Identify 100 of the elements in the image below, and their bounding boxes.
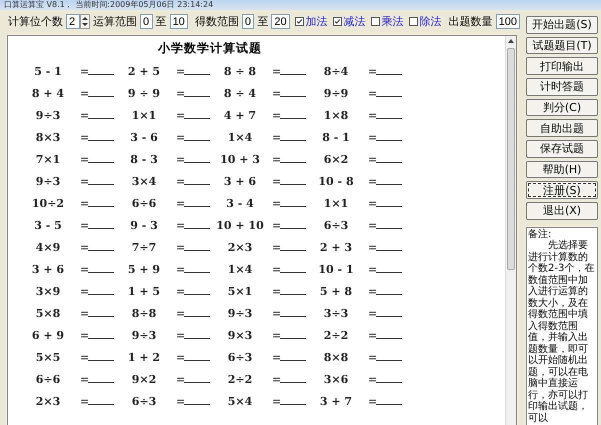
answer-line[interactable] xyxy=(376,96,402,97)
answer-line[interactable] xyxy=(280,162,306,163)
checkbox[interactable] xyxy=(332,16,342,26)
math-problem: 6÷3 xyxy=(226,351,254,364)
answer-line[interactable] xyxy=(376,74,402,75)
answer-line[interactable] xyxy=(280,96,306,97)
checkbox[interactable] xyxy=(408,16,418,26)
answer-line[interactable] xyxy=(184,404,210,405)
answer-line[interactable] xyxy=(88,140,114,141)
answer-line[interactable] xyxy=(376,316,402,317)
note-heading: 备注: xyxy=(528,228,552,240)
action-button[interactable]: 判分(C) xyxy=(526,98,598,116)
math-problem: 2×3 xyxy=(226,241,254,254)
checkbox[interactable] xyxy=(294,16,304,26)
answer-line[interactable] xyxy=(376,184,402,185)
answer-line[interactable] xyxy=(280,228,306,229)
math-problem: 1×1 xyxy=(322,197,350,210)
math-problem: 8 ÷ 8 xyxy=(222,65,258,78)
answer-line[interactable] xyxy=(184,294,210,295)
action-button[interactable]: 打印输出 xyxy=(526,57,598,75)
action-button[interactable]: 计时答题 xyxy=(526,78,598,96)
answer-line[interactable] xyxy=(184,118,210,119)
answer-line[interactable] xyxy=(88,162,114,163)
range-to-field[interactable]: 10 xyxy=(170,14,188,28)
answer-line[interactable] xyxy=(88,404,114,405)
answer-line[interactable] xyxy=(280,404,306,405)
answer-line[interactable] xyxy=(280,118,306,119)
checkbox[interactable] xyxy=(370,16,380,26)
answer-line[interactable] xyxy=(184,140,210,141)
equals-sign: = xyxy=(80,351,88,364)
answer-line[interactable] xyxy=(280,206,306,207)
equals-sign: = xyxy=(80,153,88,166)
answer-line[interactable] xyxy=(280,338,306,339)
answer-line[interactable] xyxy=(280,316,306,317)
answer-line[interactable] xyxy=(184,360,210,361)
answer-line[interactable] xyxy=(376,360,402,361)
math-problem: 5 - 1 xyxy=(33,65,63,78)
answer-line[interactable] xyxy=(376,140,402,141)
answer-line[interactable] xyxy=(376,228,402,229)
math-problem: 1 + 5 xyxy=(126,285,162,298)
answer-line[interactable] xyxy=(376,404,402,405)
action-button[interactable]: 保存试题 xyxy=(526,140,598,158)
answer-line[interactable] xyxy=(184,184,210,185)
answer-line[interactable] xyxy=(88,382,114,383)
answer-line[interactable] xyxy=(280,294,306,295)
answer-line[interactable] xyxy=(280,74,306,75)
answer-line[interactable] xyxy=(184,250,210,251)
answer-line[interactable] xyxy=(376,294,402,295)
answer-line[interactable] xyxy=(280,250,306,251)
answer-line[interactable] xyxy=(376,382,402,383)
spinner-arrows-icon[interactable] xyxy=(80,14,90,28)
answer-line[interactable] xyxy=(88,294,114,295)
count-field[interactable]: 100 xyxy=(496,14,520,28)
answer-line[interactable] xyxy=(88,316,114,317)
answer-line[interactable] xyxy=(184,228,210,229)
math-problem: 2÷2 xyxy=(322,329,350,342)
answer-line[interactable] xyxy=(184,316,210,317)
scrollbar[interactable] xyxy=(505,36,516,425)
answer-line[interactable] xyxy=(184,272,210,273)
equals-sign: = xyxy=(368,241,376,254)
answer-line[interactable] xyxy=(88,206,114,207)
digits-field[interactable]: 2 xyxy=(66,14,80,28)
answer-line[interactable] xyxy=(376,250,402,251)
answer-line[interactable] xyxy=(88,272,114,273)
answer-line[interactable] xyxy=(88,250,114,251)
answer-line[interactable] xyxy=(88,228,114,229)
range-from-field[interactable]: 0 xyxy=(140,14,153,28)
answer-line[interactable] xyxy=(184,74,210,75)
answer-line[interactable] xyxy=(88,74,114,75)
answer-line[interactable] xyxy=(184,96,210,97)
answer-line[interactable] xyxy=(376,338,402,339)
answer-line[interactable] xyxy=(376,118,402,119)
answer-line[interactable] xyxy=(88,184,114,185)
answer-line[interactable] xyxy=(376,206,402,207)
answer-line[interactable] xyxy=(184,162,210,163)
answer-line[interactable] xyxy=(280,184,306,185)
answer-line[interactable] xyxy=(88,96,114,97)
answer-line[interactable] xyxy=(88,338,114,339)
answer-line[interactable] xyxy=(88,118,114,119)
math-problem: 8 ÷ 4 xyxy=(222,87,258,100)
answer-line[interactable] xyxy=(184,206,210,207)
answer-line[interactable] xyxy=(88,360,114,361)
answer-line[interactable] xyxy=(280,140,306,141)
action-button[interactable]: 帮助(H) xyxy=(526,160,598,178)
action-button[interactable]: 注册(S) xyxy=(526,181,598,199)
answer-line[interactable] xyxy=(280,360,306,361)
action-button[interactable]: 自助出题 xyxy=(526,119,598,137)
result-to-field[interactable]: 20 xyxy=(271,14,290,28)
answer-line[interactable] xyxy=(184,338,210,339)
action-button[interactable]: 开始出题(S) xyxy=(526,16,598,34)
action-button[interactable]: 退出(X) xyxy=(526,202,598,220)
scroll-thumb[interactable] xyxy=(507,48,515,270)
answer-line[interactable] xyxy=(280,382,306,383)
answer-line[interactable] xyxy=(184,382,210,383)
answer-line[interactable] xyxy=(376,162,402,163)
equals-sign: = xyxy=(176,329,184,342)
result-from-field[interactable]: 0 xyxy=(242,14,254,28)
action-button[interactable]: 试题题目(T) xyxy=(526,36,598,54)
answer-line[interactable] xyxy=(376,272,402,273)
answer-line[interactable] xyxy=(280,272,306,273)
